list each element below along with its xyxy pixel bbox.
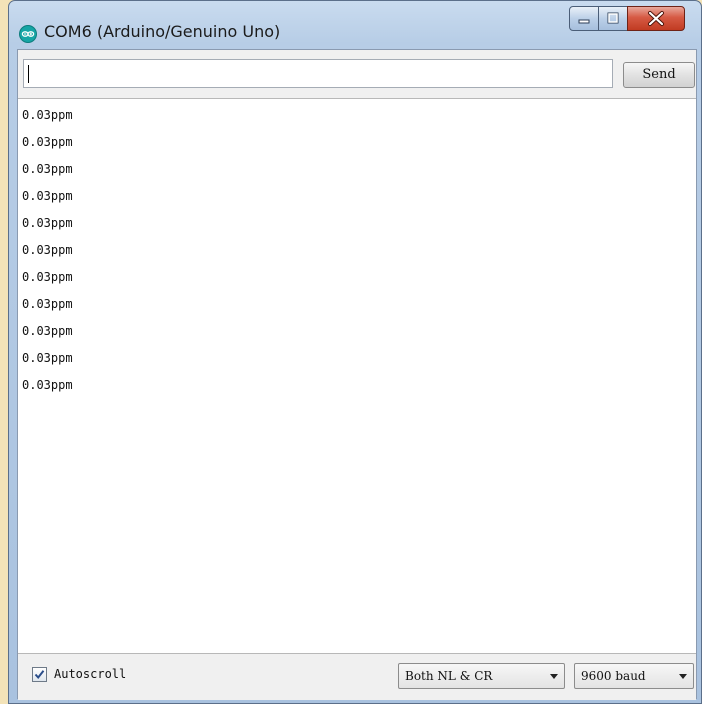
serial-monitor-window: COM6 (Arduino/Genuino Uno) Send 0.03ppm … [8,0,702,704]
maximize-button[interactable] [598,6,628,31]
window-title: COM6 (Arduino/Genuino Uno) [44,22,281,41]
output-line: 0.03ppm [22,162,73,176]
chevron-down-icon [550,674,558,679]
serial-output[interactable]: 0.03ppm 0.03ppm 0.03ppm 0.03ppm 0.03ppm … [18,98,696,654]
serial-monitor-body: Send 0.03ppm 0.03ppm 0.03ppm 0.03ppm 0.0… [17,49,697,700]
title-bar[interactable]: COM6 (Arduino/Genuino Uno) [9,1,701,49]
arduino-logo-icon [19,25,37,43]
output-line: 0.03ppm [22,297,73,311]
minimize-icon [578,19,590,24]
output-line: 0.03ppm [22,378,73,392]
output-line: 0.03ppm [22,270,73,284]
check-icon [34,670,45,680]
autoscroll-checkbox[interactable] [32,667,47,682]
minimize-button[interactable] [569,6,599,31]
baud-rate-value: 9600 baud [581,669,646,683]
chevron-down-icon [679,674,687,679]
output-line: 0.03ppm [22,135,73,149]
output-line: 0.03ppm [22,108,73,122]
close-button[interactable] [627,6,685,31]
maximize-icon [607,12,619,24]
autoscroll-label[interactable]: Autoscroll [54,667,126,681]
line-ending-select[interactable]: Both NL & CR [398,663,565,689]
baud-rate-select[interactable]: 9600 baud [574,663,694,689]
send-input[interactable] [23,59,613,88]
output-line: 0.03ppm [22,351,73,365]
send-button[interactable]: Send [623,62,695,88]
output-line: 0.03ppm [22,189,73,203]
line-ending-value: Both NL & CR [405,669,493,683]
output-line: 0.03ppm [22,243,73,257]
text-caret [28,65,29,83]
close-icon [648,11,664,26]
status-bar: Autoscroll Both NL & CR 9600 baud [18,654,696,700]
send-row: Send [18,50,696,100]
output-line: 0.03ppm [22,324,73,338]
output-line: 0.03ppm [22,216,73,230]
